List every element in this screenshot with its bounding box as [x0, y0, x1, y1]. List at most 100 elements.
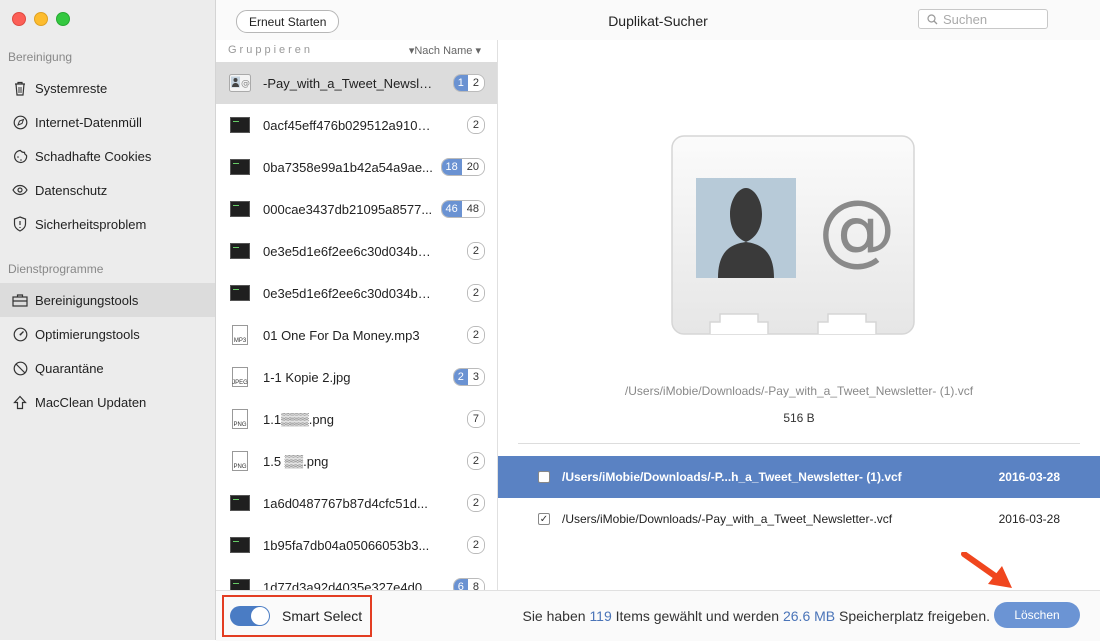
- svg-text:@: @: [241, 79, 250, 89]
- total-count: 7: [467, 411, 484, 427]
- sidebar-item-sicherheitsproblem[interactable]: Sicherheitsproblem: [0, 207, 215, 241]
- sidebar: Bereinigung Systemreste Internet-Datenmü…: [0, 0, 216, 640]
- file-row[interactable]: /Users/iMobie/Downloads/-P...h_a_Tweet_N…: [498, 456, 1100, 498]
- count-badge: 12: [452, 74, 485, 92]
- items-count: 119: [589, 608, 612, 624]
- shield-icon: [10, 216, 30, 232]
- total-count: 2: [467, 285, 484, 301]
- sort-dropdown[interactable]: ▾Nach Name ▾: [409, 44, 481, 57]
- sidebar-item-label: Systemreste: [35, 80, 108, 96]
- file-name: 1a6d0487767b87d4cfc51d...: [263, 495, 428, 511]
- total-count: 2: [467, 327, 484, 343]
- sidebar-item-label: Bereinigungstools: [35, 292, 139, 308]
- list-item[interactable]: PNG 1.5 ▒▒.png 2: [216, 440, 497, 482]
- file-name: 1d77d3a92d4035e327e4d0...: [263, 579, 433, 591]
- file-name: 1-1 Kopie 2.jpg: [263, 369, 351, 385]
- group-label: Gruppieren: [228, 44, 314, 56]
- contact-card-icon: @: [671, 135, 915, 335]
- file-name: 0acf45eff476b029512a910c...: [263, 117, 433, 133]
- file-name: 0ba7358e99a1b42a54a9ae...: [263, 159, 433, 175]
- selected-count: 46: [441, 201, 462, 217]
- status-text: Items gewählt und werden: [611, 608, 783, 624]
- file-name: 0e3e5d1e6f2ee6c30d034b1...: [263, 243, 433, 259]
- sidebar-item-schadhafte-cookies[interactable]: Schadhafte Cookies: [0, 139, 215, 173]
- pointer-arrow-icon: [961, 552, 1012, 588]
- sidebar-item-label: Optimierungstools: [35, 326, 140, 342]
- file-row-date: 2016-03-28: [998, 512, 1060, 526]
- smart-select-label: Smart Select: [282, 608, 363, 624]
- sidebar-item-label: Sicherheitsproblem: [35, 216, 147, 232]
- count-badge: 2: [466, 116, 485, 134]
- toolbox-icon: [10, 293, 30, 307]
- sidebar-item-bereinigungstools[interactable]: Bereinigungstools: [0, 283, 215, 317]
- bottom-bar: Smart Select Sie haben 119 Items gewählt…: [216, 590, 1100, 641]
- list-item[interactable]: 1d77d3a92d4035e327e4d0... 68: [216, 566, 497, 590]
- total-count: 2: [467, 117, 484, 133]
- count-badge: 2: [466, 326, 485, 344]
- sidebar-item-datenschutz[interactable]: Datenschutz: [0, 173, 215, 207]
- list-item[interactable]: 0acf45eff476b029512a910c... 2: [216, 104, 497, 146]
- list-item[interactable]: 1a6d0487767b87d4cfc51d... 2: [216, 482, 497, 524]
- file-size: 516 B: [783, 411, 815, 425]
- file-name: 1.1▒▒▒.png: [263, 411, 335, 427]
- list-item[interactable]: 000cae3437db21095a8577... 46 48: [216, 188, 497, 230]
- selected-count: 6: [453, 579, 468, 590]
- status-text: Speicherplatz freigeben.: [835, 608, 990, 624]
- compass-icon: [10, 115, 30, 130]
- search-icon: [927, 13, 938, 24]
- terminal-icon: [229, 114, 251, 136]
- terminal-icon: [229, 492, 251, 514]
- terminal-icon: [229, 198, 251, 220]
- trash-icon: [10, 81, 30, 96]
- terminal-icon: [229, 282, 251, 304]
- list-item[interactable]: PNG 1.1▒▒▒.png 7: [216, 398, 497, 440]
- total-count: 48: [461, 201, 484, 217]
- count-badge: 2: [466, 242, 485, 260]
- status-text: Sie haben: [522, 608, 590, 624]
- sidebar-item-internet-datenmuell[interactable]: Internet-Datenmüll: [0, 105, 215, 139]
- sidebar-item-label: Schadhafte Cookies: [35, 148, 152, 164]
- list-item[interactable]: @ -Pay_with_a_Tweet_Newsle... 12: [216, 62, 497, 104]
- count-badge: 2: [466, 494, 485, 512]
- selected-count: 2: [453, 369, 468, 385]
- search-field[interactable]: Suchen: [918, 9, 1048, 29]
- smart-select-toggle[interactable]: [230, 606, 270, 626]
- terminal-icon: [229, 240, 251, 262]
- file-checkbox[interactable]: [538, 471, 550, 483]
- list-item[interactable]: 1b95fa7db04a05066053b3... 2: [216, 524, 497, 566]
- upload-arrow-icon: [10, 395, 30, 410]
- file-checkbox[interactable]: ✓: [538, 513, 550, 525]
- count-badge: 2: [466, 536, 485, 554]
- jpeg-file-icon: JPEG: [229, 366, 251, 388]
- total-count: 3: [467, 369, 484, 385]
- sidebar-section-cleaning: Bereinigung: [8, 50, 73, 64]
- file-path: /Users/iMobie/Downloads/-Pay_with_a_Twee…: [624, 384, 974, 398]
- sidebar-item-macclean-updaten[interactable]: MacClean Updaten: [0, 385, 215, 419]
- list-item[interactable]: 0e3e5d1e6f2ee6c30d034b1... 2: [216, 230, 497, 272]
- sidebar-item-optimierungstools[interactable]: Optimierungstools: [0, 317, 215, 351]
- sidebar-item-systemreste[interactable]: Systemreste: [0, 71, 215, 105]
- list-item[interactable]: 0e3e5d1e6f2ee6c30d034b1... 2: [216, 272, 497, 314]
- restart-button[interactable]: Erneut Starten: [236, 10, 340, 33]
- file-name: 1b95fa7db04a05066053b3...: [263, 537, 430, 553]
- file-name: 000cae3437db21095a8577...: [263, 201, 433, 217]
- sidebar-item-quarantaene[interactable]: Quarantäne: [0, 351, 215, 385]
- total-count: 2: [467, 243, 484, 259]
- file-row[interactable]: ✓ /Users/iMobie/Downloads/-Pay_with_a_Tw…: [498, 498, 1100, 540]
- close-window-button[interactable]: [12, 12, 26, 26]
- list-item[interactable]: JPEG 1-1 Kopie 2.jpg 23: [216, 356, 497, 398]
- list-item[interactable]: MP3 01 One For Da Money.mp3 2: [216, 314, 497, 356]
- sidebar-item-label: MacClean Updaten: [35, 394, 147, 410]
- list-item[interactable]: 0ba7358e99a1b42a54a9ae... 18 20: [216, 146, 497, 188]
- duplicate-group-list: Gruppieren ▾Nach Name ▾ @ -Pay_with_a_Tw…: [216, 40, 498, 590]
- minimize-window-button[interactable]: [34, 12, 48, 26]
- sidebar-item-label: Quarantäne: [35, 360, 104, 376]
- delete-button[interactable]: Löschen: [994, 602, 1080, 628]
- terminal-icon: [229, 534, 251, 556]
- sidebar-section-utilities: Dienstprogramme: [8, 262, 104, 276]
- search-placeholder: Suchen: [943, 11, 988, 27]
- cookie-icon: [10, 149, 30, 164]
- file-row-date: 2016-03-28: [998, 470, 1060, 484]
- count-badge: 2: [466, 284, 485, 302]
- zoom-window-button[interactable]: [56, 12, 70, 26]
